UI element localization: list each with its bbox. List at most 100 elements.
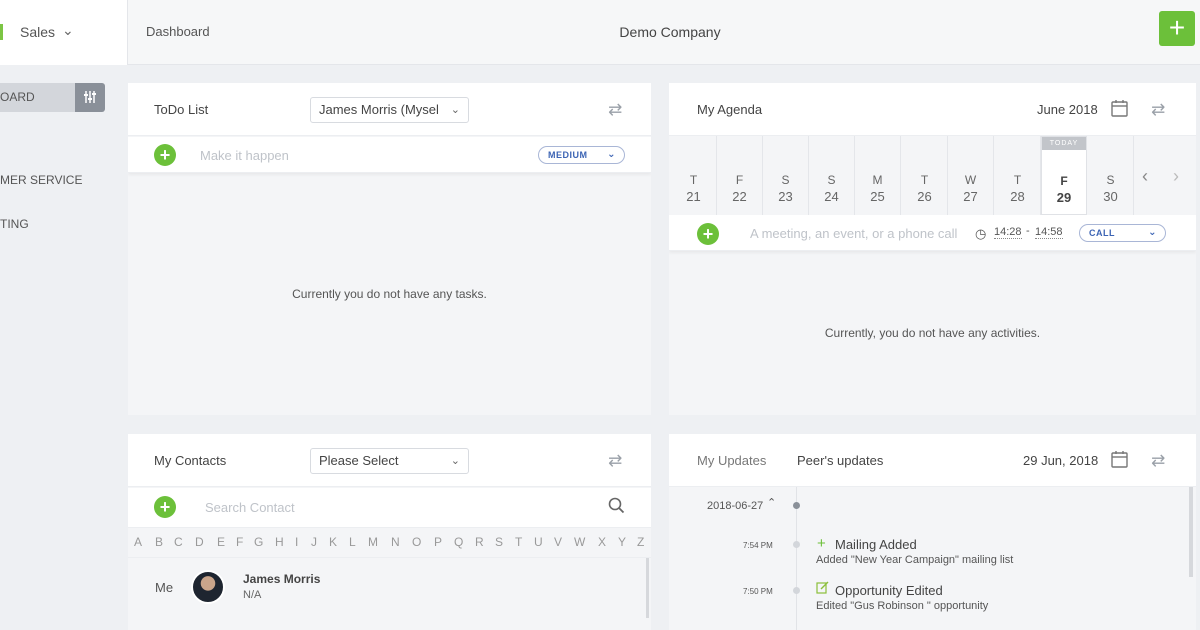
sliders-icon (84, 91, 96, 103)
letter-filter[interactable]: U (534, 535, 543, 549)
letter-filter[interactable]: A (134, 535, 142, 549)
todo-owner-select[interactable]: James Morris (Mysel ⌄ (310, 97, 469, 123)
time-to[interactable]: 14:58 (1035, 226, 1063, 239)
add-button[interactable]: + (1159, 11, 1195, 46)
add-task-icon[interactable]: + (154, 144, 176, 166)
contact-row[interactable]: Me James Morris N/A (128, 558, 651, 618)
letter-filter[interactable]: P (434, 535, 442, 549)
letter-filter[interactable]: D (195, 535, 204, 549)
module-label: Sales (20, 24, 56, 40)
agenda-day-today[interactable]: TODAY F 29 (1041, 136, 1087, 215)
letter-filter[interactable]: O (412, 535, 421, 549)
timeline-group-date[interactable]: 2018-06-27 (707, 500, 763, 512)
letter-filter[interactable]: C (174, 535, 183, 549)
letter-filter[interactable]: R (475, 535, 484, 549)
agenda-day[interactable]: T 21 (671, 136, 717, 215)
add-activity-icon[interactable]: + (697, 223, 719, 245)
chevron-right-icon[interactable]: › (1173, 166, 1179, 187)
letter-filter[interactable]: X (598, 535, 606, 549)
update-title[interactable]: Opportunity Edited (835, 583, 943, 598)
todo-title: ToDo List (154, 102, 209, 117)
add-contact-icon[interactable]: + (154, 496, 176, 518)
letter-filter[interactable]: H (275, 535, 284, 549)
refresh-icon[interactable]: ⇄ (608, 451, 622, 471)
letter-filter[interactable]: S (495, 535, 503, 549)
breadcrumb[interactable]: Dashboard (146, 24, 210, 39)
letter-filter[interactable]: V (554, 535, 562, 549)
day-number: 24 (824, 189, 839, 204)
day-name: F (1060, 174, 1068, 188)
todo-panel: ToDo List James Morris (Mysel ⌄ ⇄ + Make… (128, 83, 651, 415)
sidebar-item-marketing[interactable]: TING (0, 217, 29, 231)
tab-peers-updates[interactable]: Peer's updates (797, 453, 883, 468)
letter-filter[interactable]: J (311, 535, 317, 549)
agenda-add-row: + A meeting, an event, or a phone call ◷… (669, 215, 1196, 251)
sidebar-item-customer-service[interactable]: MER SERVICE (0, 173, 82, 187)
update-title[interactable]: Mailing Added (835, 537, 917, 552)
todo-input[interactable]: Make it happen (200, 148, 289, 163)
calendar-icon[interactable] (1111, 99, 1128, 120)
day-name: W (964, 173, 977, 187)
day-number: 27 (963, 189, 978, 204)
contact-name[interactable]: James Morris (243, 572, 320, 586)
tab-my-updates[interactable]: My Updates (697, 453, 766, 468)
clock-icon: ◷ (975, 226, 987, 241)
updates-date: 29 Jun, 2018 (1023, 453, 1099, 468)
letter-filter[interactable]: T (515, 535, 522, 549)
agenda-day[interactable]: W 27 (948, 136, 994, 215)
letter-filter[interactable]: Y (618, 535, 626, 549)
sidebar: OARD MER SERVICE TING (0, 65, 128, 630)
todo-add-row: + Make it happen MEDIUM ⌄ (128, 137, 651, 173)
todo-empty-message: Currently you do not have any tasks. (292, 287, 487, 301)
refresh-icon[interactable]: ⇄ (1151, 451, 1165, 471)
day-number: 29 (1056, 190, 1072, 205)
letter-filter[interactable]: F (236, 535, 243, 549)
letter-filter[interactable]: G (254, 535, 263, 549)
contacts-select[interactable]: Please Select ⌄ (310, 448, 469, 474)
scrollbar[interactable] (646, 558, 649, 618)
agenda-day[interactable]: T 26 (902, 136, 948, 215)
agenda-empty-message: Currently, you do not have any activitie… (824, 326, 1041, 340)
letter-filter[interactable]: M (368, 535, 378, 549)
chevron-left-icon[interactable]: ‹ (1142, 166, 1148, 187)
refresh-icon[interactable]: ⇄ (608, 100, 622, 120)
day-number: 28 (1010, 189, 1025, 204)
agenda-day[interactable]: S 24 (809, 136, 855, 215)
activity-type-value: CALL (1089, 228, 1115, 238)
refresh-icon[interactable]: ⇄ (1151, 100, 1165, 120)
day-number: 26 (917, 189, 932, 204)
letter-filter[interactable]: N (391, 535, 400, 549)
sidebar-filter-button[interactable] (75, 83, 105, 112)
calendar-icon[interactable] (1111, 450, 1128, 471)
agenda-day[interactable]: S 23 (763, 136, 809, 215)
contact-search-input[interactable]: Search Contact (205, 500, 295, 515)
plus-icon: + (817, 535, 826, 552)
day-number: 22 (732, 189, 747, 204)
scrollbar[interactable] (1189, 487, 1193, 577)
activity-input[interactable]: A meeting, an event, or a phone call (750, 226, 957, 241)
agenda-day[interactable]: M 25 (855, 136, 901, 215)
agenda-panel: My Agenda June 2018 ⇄ T 21 F 22 S 23 S 24 M 2… (669, 83, 1196, 415)
letter-filter[interactable]: Q (454, 535, 463, 549)
chevron-up-icon[interactable]: ⌃ (767, 496, 776, 509)
updates-header: My Updates Peer's updates 29 Jun, 2018 ⇄ (669, 434, 1196, 487)
priority-select[interactable]: MEDIUM ⌄ (538, 146, 625, 164)
agenda-day[interactable]: S 30 (1088, 136, 1134, 215)
letter-filter[interactable]: E (217, 535, 225, 549)
agenda-day[interactable]: F 22 (717, 136, 763, 215)
time-from[interactable]: 14:28 (994, 226, 1022, 239)
letter-filter[interactable]: W (574, 535, 585, 549)
module-selector[interactable]: Sales ⌄ (0, 0, 128, 65)
day-name: S (827, 173, 836, 187)
letter-filter[interactable]: L (349, 535, 356, 549)
letter-filter[interactable]: K (329, 535, 337, 549)
day-name: T (689, 173, 698, 187)
sidebar-item-dashboard[interactable]: OARD (0, 83, 75, 112)
letter-filter[interactable]: B (155, 535, 163, 549)
agenda-day[interactable]: T 28 (995, 136, 1041, 215)
activity-type-select[interactable]: CALL ⌄ (1079, 224, 1166, 242)
search-icon[interactable] (608, 497, 625, 517)
letter-filter[interactable]: I (295, 535, 298, 549)
day-name: S (781, 173, 790, 187)
letter-filter[interactable]: Z (637, 535, 644, 549)
